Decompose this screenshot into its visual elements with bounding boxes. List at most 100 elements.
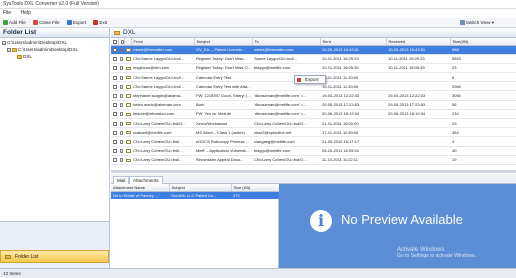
folder-list-button[interactable]: Folder List [0, 250, 109, 263]
collapse-icon[interactable]: − [7, 47, 11, 52]
row-checkbox[interactable] [111, 155, 118, 165]
exit-icon [93, 20, 99, 26]
attachments-grid: Attachment Name Subject Size (KB) Dir to… [111, 184, 280, 199]
tree-item-root[interactable]: − C:\Users\admin\Desktop\DXL [0, 39, 109, 46]
cell-sent: 17-11-2011 11:30:00 [320, 127, 386, 138]
attachment-row[interactable]: Dir to Kiddle of Paxney ... GuruDir, LLC… [111, 191, 279, 199]
tab-mail[interactable]: Mail [113, 176, 130, 184]
menu-file[interactable]: File [3, 10, 11, 16]
row-checkbox[interactable] [111, 63, 118, 74]
envelope-icon [126, 149, 131, 153]
column-from[interactable]: From [131, 38, 195, 46]
cell-subject: Calendar Entry Test with Atta... [194, 81, 252, 92]
envelope-icon [126, 158, 131, 163]
row-mail-icon [124, 72, 131, 83]
email-row[interactable]: itesore@infovision.com FW: Yes vs. MetLif… [111, 109, 516, 120]
cell-sent: 10-29-2013 16:43:51 [320, 45, 386, 55]
row-checkbox[interactable] [111, 54, 118, 64]
column-attachment-subject[interactable]: Subject [169, 184, 232, 192]
cell-from: ccabarit@metlife.com [131, 127, 194, 138]
row-checkbox[interactable] [111, 72, 118, 83]
folder-list-title: Folder List [0, 28, 109, 38]
paperclip-icon [120, 139, 123, 144]
collapse-icon[interactable]: − [2, 40, 6, 45]
column-attachment-name[interactable]: Attachment Name [111, 184, 170, 192]
cell-subject: FW: Yes vs. MetLife [194, 109, 252, 120]
cell-received [386, 72, 450, 83]
email-row[interactable]: CN=Larry Cohen/OU=Ind/O... Xerox/Workamar… [111, 118, 516, 129]
email-row[interactable]: CN=Larry Cohen/OU=Ind/... eDOCS Robocopy … [111, 136, 516, 147]
column-attachment-size[interactable]: Size (KB) [231, 184, 280, 192]
paperclip-icon [120, 66, 123, 71]
exit-button[interactable]: Exit [93, 18, 107, 28]
cell-subject: Register Today: Don't Miss O... [194, 63, 252, 74]
cell-sent: 20-06-2013 18:19:34 [320, 109, 386, 120]
column-size[interactable]: Size(KB) [450, 38, 516, 46]
row-checkbox[interactable] [111, 146, 118, 156]
row-checkbox[interactable] [111, 90, 118, 101]
row-checkbox[interactable] [111, 45, 118, 55]
activate-windows-watermark: Activate Windows Go to Settings to activ… [397, 247, 476, 259]
row-checkbox[interactable] [111, 136, 118, 147]
splitter[interactable] [111, 170, 516, 173]
cell-sent: 21-09-2010 16:17:17 [320, 136, 386, 147]
cell-subject: eDOCS Robocopy Process ... [194, 136, 252, 147]
row-mail-icon [124, 54, 131, 64]
cell-to: 'dkroszman@metlife.com' <... [252, 100, 320, 110]
column-sent[interactable]: Sent [320, 38, 387, 46]
email-row[interactable]: ccabarit@metlife.com MS Word – Class 1 (n… [111, 127, 516, 138]
add-file-button[interactable]: Add File [3, 18, 26, 28]
envelope-icon [126, 94, 131, 98]
row-checkbox[interactable] [111, 81, 118, 92]
column-to[interactable]: To [252, 38, 321, 46]
row-checkbox[interactable] [111, 109, 118, 120]
row-mail-icon [124, 146, 131, 156]
email-row[interactable]: CN=Larry Cohen/OU=Ind/... MetF – Applicat… [111, 146, 516, 156]
cell-received: 29-05-2013 17:23:53 [386, 100, 450, 110]
row-checkbox[interactable] [111, 100, 118, 110]
row-checkbox[interactable] [111, 118, 118, 129]
info-icon: i [310, 210, 332, 232]
export-button[interactable]: Export [66, 18, 86, 28]
switch-view-button[interactable]: Switch View ▾ [459, 18, 494, 28]
select-all-checkbox[interactable] [111, 38, 119, 46]
email-row[interactable]: stephanie.scaglin@akama... FW: 1219397 Go… [111, 90, 516, 101]
cell-from: CN=Larry Cohen/OU=Ind/... [131, 155, 194, 165]
email-row[interactable]: msgfocus@elm.com Register Today: Don't Mi… [111, 63, 516, 74]
close-file-button[interactable]: Close File [33, 18, 60, 28]
add-file-icon [3, 20, 8, 26]
context-menu-export[interactable]: Export [294, 75, 326, 84]
envelope-icon [126, 75, 131, 80]
cell-size: 23 [450, 63, 516, 74]
cell-received [386, 81, 450, 92]
column-received[interactable]: Received [386, 38, 451, 46]
cell-to: CN=Larry Cohen/OU=Ind/O... [252, 155, 320, 165]
email-row[interactable]: helen.mario@akeman.com Burn'dkroszman@met… [111, 100, 516, 110]
type-column[interactable] [124, 38, 132, 46]
email-row[interactable]: robert@themailer.com GV_Dir. – Patent Lic… [111, 45, 516, 55]
attachments-panel: Attachment Name Subject Size (KB) Dir to… [111, 184, 280, 268]
row-checkbox[interactable] [111, 127, 118, 138]
envelope-icon [126, 85, 131, 89]
cell-to: CN=Larry Cohen/OU=Ind/O... [252, 118, 320, 129]
paperclip-icon [120, 84, 123, 89]
email-row[interactable]: CN=Larry Cohen/OU=Ind/... Reconsider Appe… [111, 155, 516, 165]
column-subject[interactable]: Subject [194, 38, 253, 46]
email-row[interactable]: CN=Sanne Laygo/OU=Ind/... Register Today:… [111, 54, 516, 64]
paperclip-icon [120, 48, 123, 53]
tree-item-desktop-dxl[interactable]: − C:\Users\admin\Desktop\DXL [0, 46, 109, 53]
tree-item-dxl[interactable]: DXL [0, 53, 109, 60]
folder-list-panel: Folder List − C:\Users\admin\Desktop\DXL … [0, 28, 110, 268]
cell-size: 2960 [450, 81, 516, 92]
paperclip-icon [120, 93, 123, 98]
menu-bar: File Help [0, 9, 516, 18]
envelope-icon [126, 112, 131, 117]
cell-subject: Register Today: Don't Miss... [194, 54, 252, 64]
preview-pane: i No Preview Available Activate Windows … [279, 184, 516, 268]
folder-tree: − C:\Users\admin\Desktop\DXL − C:\Users\ad… [0, 38, 109, 222]
cell-received [386, 136, 450, 147]
row-mail-icon [124, 118, 131, 129]
menu-help[interactable]: Help [20, 10, 30, 16]
export-icon [297, 78, 301, 82]
tab-attachments[interactable]: Attachments [129, 176, 163, 184]
